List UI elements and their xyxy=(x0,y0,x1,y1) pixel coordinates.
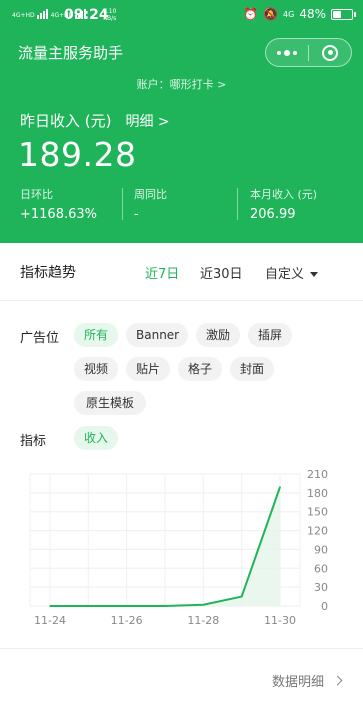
close-miniprogram-button[interactable] xyxy=(309,39,351,66)
account-selector[interactable]: 账户：哪形打卡 > xyxy=(0,76,363,92)
data-detail-label: 数据明细 xyxy=(271,675,324,690)
tab-last-30-days[interactable]: 近30日 xyxy=(200,263,243,282)
status-bar: 4G+HD 4G+HD 09:24 2.10 KB/s ⏰ 🔕 4G 48% xyxy=(0,0,363,32)
speed-unit: KB/s xyxy=(103,15,117,22)
income-detail-link[interactable]: 明细 > xyxy=(125,111,169,131)
alarm-icon: ⏰ xyxy=(243,7,259,21)
status-right: ⏰ 🔕 4G 48% xyxy=(243,7,356,21)
x-tick-label: 11-28 xyxy=(187,614,219,627)
chip-ad-slot-banner[interactable]: Banner xyxy=(126,323,188,347)
chip-ad-slot-video[interactable]: 视频 xyxy=(74,357,118,381)
x-tick-label: 11-26 xyxy=(111,614,143,627)
chip-metric-income[interactable]: 收入 xyxy=(74,426,118,450)
network-type: 4G xyxy=(283,9,295,19)
account-label: 账户： xyxy=(136,78,170,91)
data-point xyxy=(87,605,90,607)
tab-last-7-days[interactable]: 近7日 xyxy=(145,263,179,282)
miniprogram-capsule xyxy=(265,38,352,67)
yesterday-income-row: 昨日收入 (元) 明细 > xyxy=(20,110,170,131)
stat-week-over-week: 周同比 - xyxy=(134,186,167,222)
battery-percent: 48% xyxy=(299,7,326,21)
ad-slot-label: 广告位 xyxy=(20,331,60,346)
stat-month-income: 本月收入 (元) 206.99 xyxy=(250,186,317,222)
target-icon xyxy=(322,44,338,61)
network-speed: 2.10 KB/s xyxy=(103,8,116,22)
battery-icon xyxy=(331,8,356,20)
stats-row: 日环比 +1168.63% 周同比 - 本月收入 (元) 206.99 xyxy=(0,186,363,226)
data-point xyxy=(49,605,51,607)
x-tick-label: 11-24 xyxy=(34,614,66,627)
chip-ad-slot-cover[interactable]: 封面 xyxy=(230,357,274,381)
data-point xyxy=(164,605,166,607)
data-point xyxy=(240,595,243,598)
y-tick-label: 30 xyxy=(314,581,328,594)
chevron-right-icon xyxy=(332,675,343,686)
signal-tag-1: 4G+HD xyxy=(12,12,35,19)
x-tick-label: 11-30 xyxy=(264,614,296,627)
trend-title: 指标趋势 xyxy=(20,265,76,281)
y-tick-label: 90 xyxy=(314,543,328,556)
y-tick-label: 60 xyxy=(314,562,328,575)
yesterday-income-value: 189.28 xyxy=(18,135,137,174)
speed-value: 2.10 xyxy=(103,8,117,15)
caret-down-icon xyxy=(310,272,319,277)
y-tick-label: 180 xyxy=(307,487,328,500)
chip-ad-slot-incentive[interactable]: 激励 xyxy=(196,323,240,347)
stat-day-over-day: 日环比 +1168.63% xyxy=(20,186,97,222)
income-trend-chart: 0 30 60 90 120 150 180 210 11-24 11-26 11-28 11-30 xyxy=(29,468,328,627)
stat-value: - xyxy=(134,207,139,222)
status-time: 09:24 xyxy=(64,7,109,23)
data-detail-link[interactable]: 数据明细 xyxy=(271,671,343,690)
chip-ad-slot-all[interactable]: 所有 xyxy=(74,323,118,347)
stat-value: +1168.63% xyxy=(20,207,98,222)
y-tick-label: 120 xyxy=(307,525,328,538)
stat-value: 206.99 xyxy=(250,207,296,222)
y-tick-label: 150 xyxy=(307,506,328,519)
account-chevron: > xyxy=(217,78,227,91)
account-name: 哪形打卡 xyxy=(169,78,214,91)
stat-label: 周同比 xyxy=(134,188,167,201)
stat-label: 日环比 xyxy=(20,188,53,201)
app-title: 流量主服务助手 xyxy=(18,44,124,62)
yesterday-income-label: 昨日收入 (元) xyxy=(20,112,112,130)
chip-ad-slot-patch[interactable]: 贴片 xyxy=(126,357,170,381)
metric-label: 指标 xyxy=(20,434,47,449)
data-point xyxy=(279,486,281,488)
y-tick-label: 210 xyxy=(307,468,328,481)
chip-ad-slot-grid[interactable]: 格子 xyxy=(178,357,222,381)
more-menu-button[interactable] xyxy=(266,39,308,66)
mute-icon: 🔕 xyxy=(263,7,279,21)
y-tick-label: 0 xyxy=(321,600,328,613)
chip-ad-slot-interstitial[interactable]: 插屏 xyxy=(248,323,292,347)
header-panel: 4G+HD 4G+HD 09:24 2.10 KB/s ⏰ 🔕 4G 48% 流… xyxy=(0,0,363,243)
stat-label: 本月收入 (元) xyxy=(250,188,318,201)
chip-ad-slot-native-template[interactable]: 原生模板 xyxy=(74,391,146,415)
tab-custom-range[interactable]: 自定义 xyxy=(265,263,319,282)
data-point xyxy=(125,605,128,607)
custom-range-label: 自定义 xyxy=(265,267,305,282)
data-point xyxy=(202,603,205,606)
